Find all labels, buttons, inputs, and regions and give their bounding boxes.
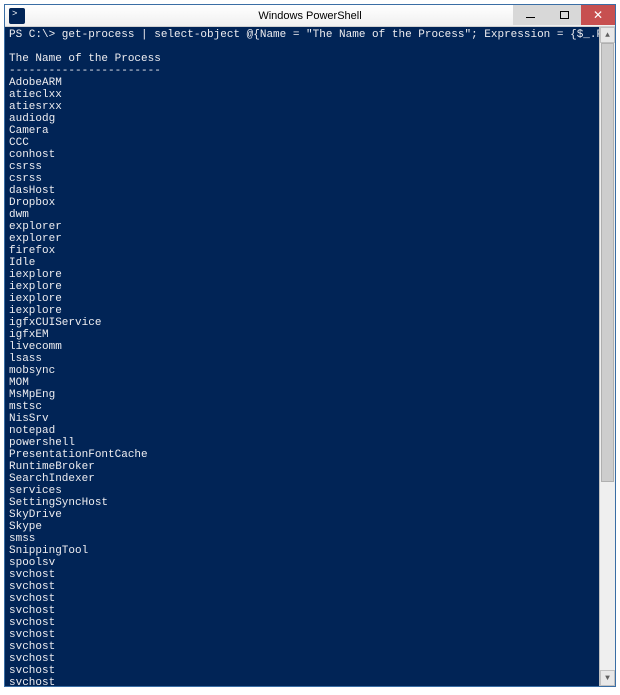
window-controls: ✕ xyxy=(513,5,615,25)
console-area: PS C:\> get-process | select-object @{Na… xyxy=(5,27,615,686)
minimize-icon xyxy=(526,17,535,18)
app-icon xyxy=(9,8,25,24)
window-title: Windows PowerShell xyxy=(258,10,361,22)
minimize-button[interactable] xyxy=(513,5,547,25)
scroll-down-button[interactable]: ▼ xyxy=(600,670,615,686)
close-icon: ✕ xyxy=(593,8,603,22)
console-output[interactable]: PS C:\> get-process | select-object @{Na… xyxy=(5,27,599,686)
close-button[interactable]: ✕ xyxy=(581,5,615,25)
maximize-button[interactable] xyxy=(547,5,581,25)
scroll-up-button[interactable]: ▲ xyxy=(600,27,615,43)
maximize-icon xyxy=(560,11,569,19)
vertical-scrollbar[interactable]: ▲ ▼ xyxy=(599,27,615,686)
powershell-window: Windows PowerShell ✕ PS C:\> get-process… xyxy=(4,4,616,687)
scrollbar-track[interactable] xyxy=(600,43,615,670)
titlebar[interactable]: Windows PowerShell ✕ xyxy=(5,5,615,27)
scrollbar-thumb[interactable] xyxy=(601,43,614,482)
